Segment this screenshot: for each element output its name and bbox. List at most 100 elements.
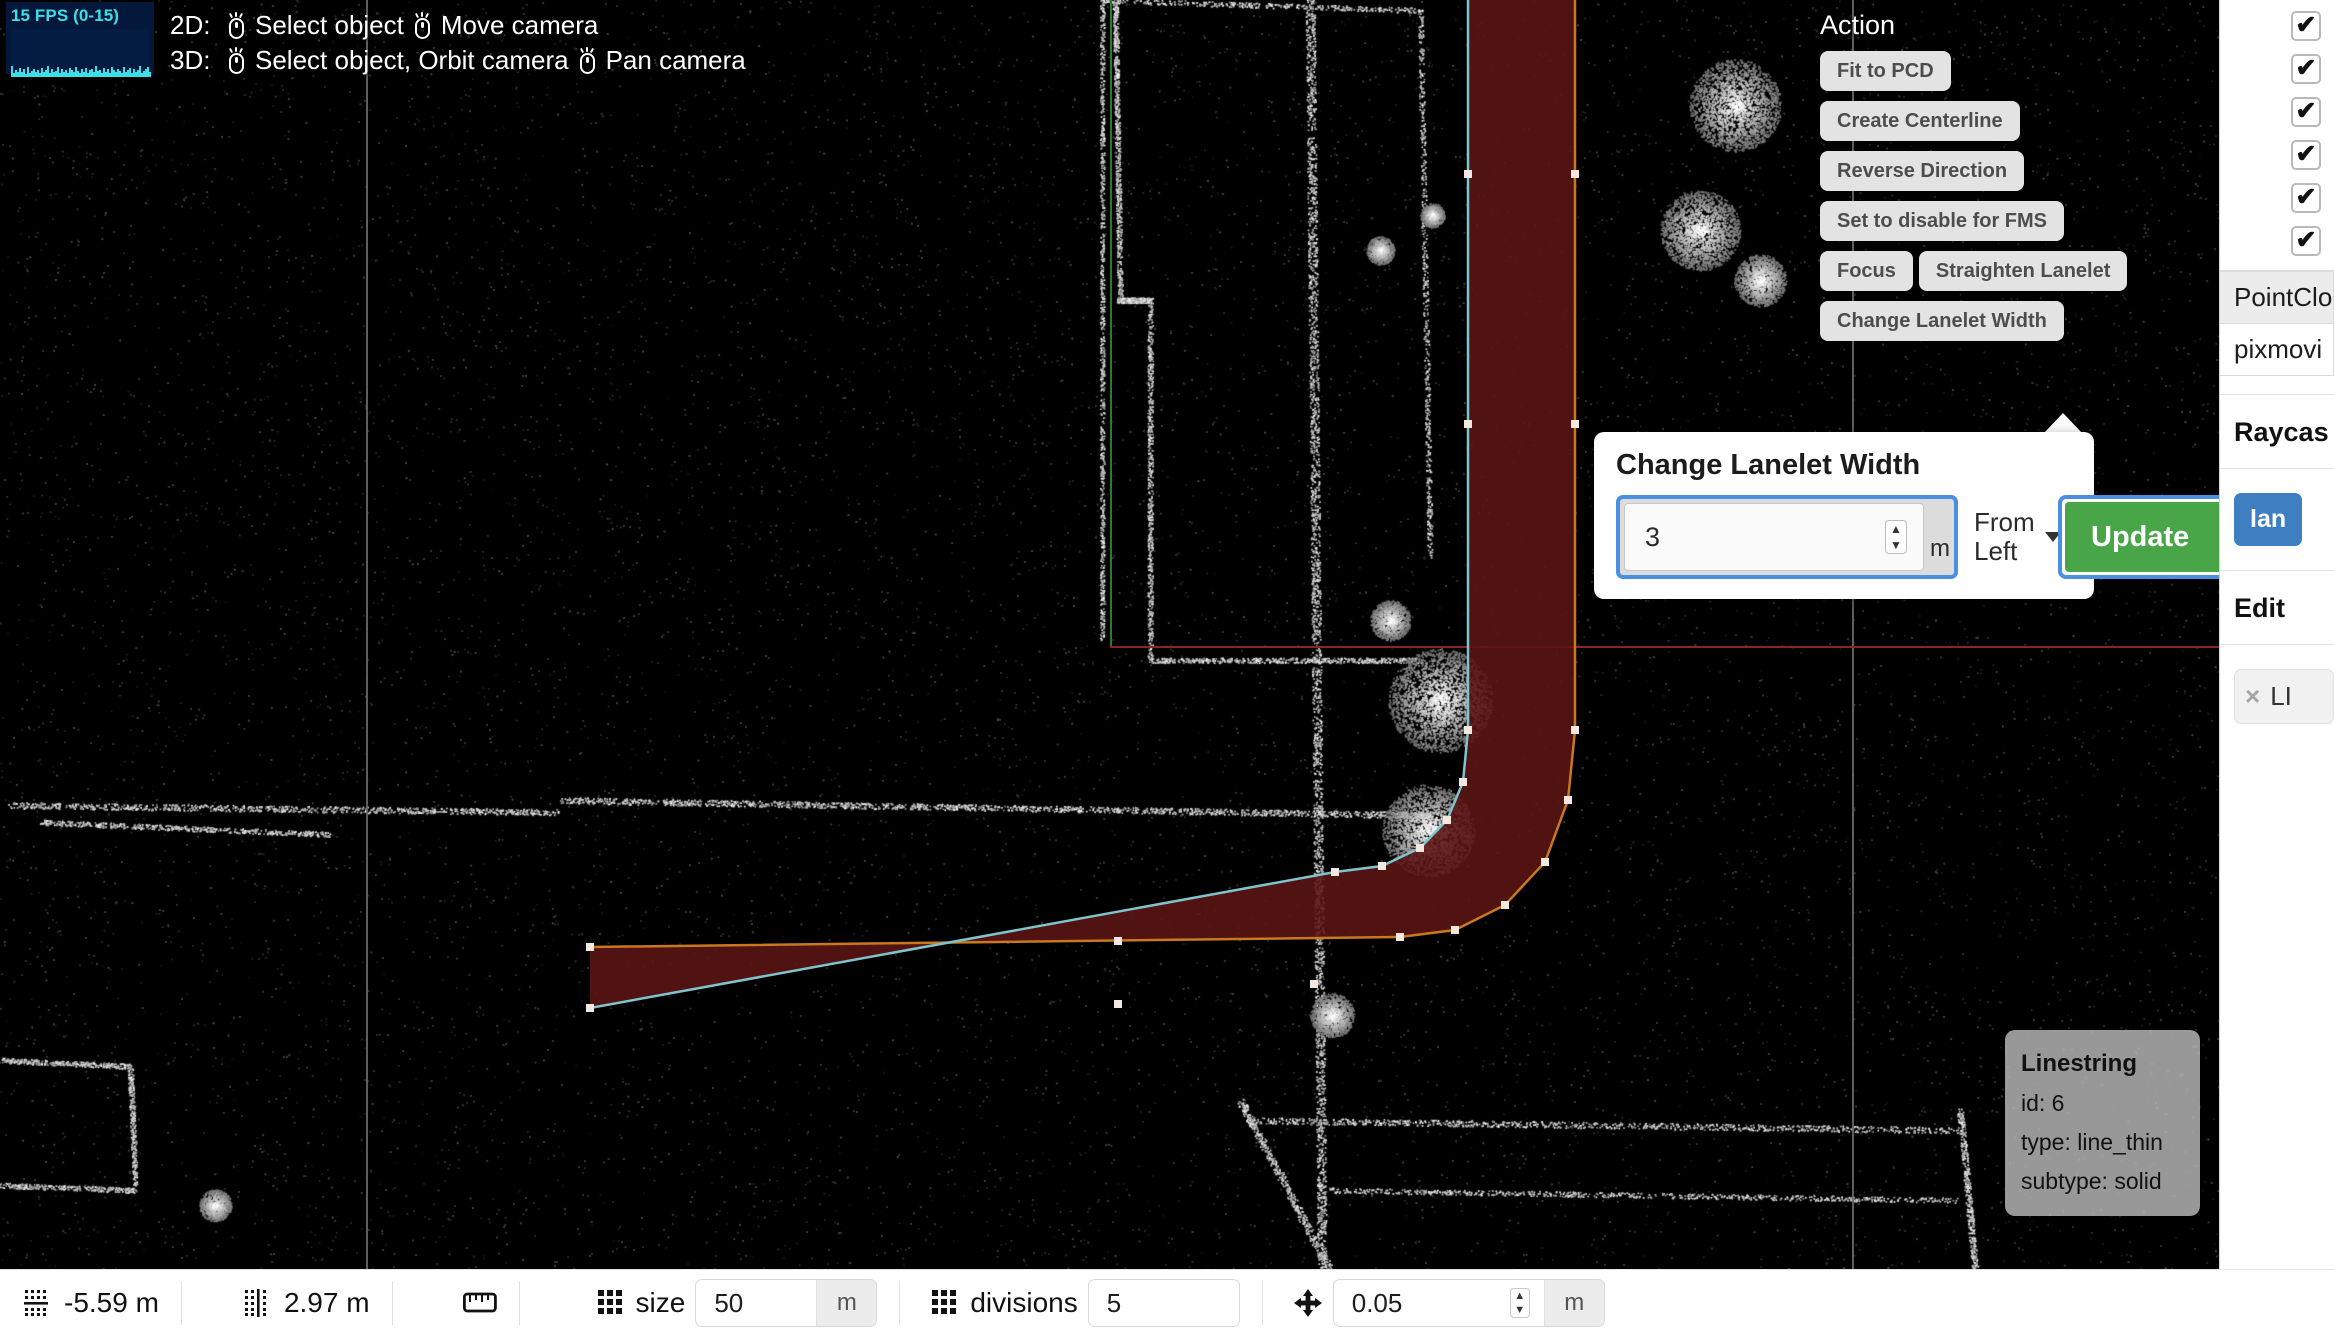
hint-label: Pan camera — [605, 45, 746, 76]
linestring-title: Linestring — [2021, 1050, 2138, 1077]
checkbox-checked[interactable]: ✔ — [2291, 53, 2321, 84]
close-icon[interactable]: × — [2245, 681, 2260, 712]
sidebar-checkbox-row: ✔ — [2220, 133, 2334, 176]
action-panel-title: Action — [1820, 10, 1896, 40]
app-root: 15 FPS (0-15) 2D: Select object Move cam… — [0, 0, 2334, 1336]
action-button-fit-to-pcd[interactable]: Fit to PCD — [1820, 51, 1951, 91]
update-button-label: Update — [2091, 520, 2190, 553]
stepper-up-icon[interactable]: ▲ — [1514, 1291, 1525, 1302]
popover-controls: 3 ▲ ▼ m From Left Update ✓ — [1616, 495, 2277, 579]
width-input-wrapper[interactable]: 3 ▲ ▼ m — [1616, 495, 1958, 579]
grid-icon — [597, 1290, 622, 1314]
mouse-icon — [227, 11, 246, 39]
hint-label: Select object, Orbit camera — [255, 45, 569, 76]
control-hint-row-2d: 2D: Select object Move camera — [170, 8, 746, 43]
checkbox-checked[interactable]: ✔ — [2291, 139, 2321, 170]
sidebar-checkbox-row: ✔ — [2220, 176, 2334, 219]
fps-widget[interactable]: 15 FPS (0-15) — [6, 2, 154, 77]
grid-size-field[interactable]: 50 m — [695, 1279, 878, 1327]
mouse-icon — [413, 11, 432, 39]
action-button-straighten-lanelet[interactable]: Straighten Lanelet — [1918, 251, 2128, 291]
action-button-reverse-direction[interactable]: Reverse Direction — [1820, 151, 2025, 191]
popover-arrow — [2043, 413, 2083, 434]
sidebar-checkbox-row: ✔ — [2220, 4, 2334, 47]
action-button-focus[interactable]: Focus — [1820, 251, 1913, 291]
divisions-item: divisions 5 — [900, 1270, 1261, 1336]
stepper-down-icon[interactable]: ▼ — [1890, 539, 1902, 551]
checkbox-checked[interactable]: ✔ — [2291, 182, 2321, 213]
control-hints: 2D: Select object Move camera 3D: Select… — [170, 8, 746, 79]
sidebar-checkbox-row: ✔ — [2220, 90, 2334, 133]
offset-y-value: 2.97 m — [283, 1287, 370, 1318]
checkbox-checked[interactable]: ✔ — [2291, 96, 2321, 127]
status-bar: -5.59 m 2.97 m size 50 m divisions 5 0.0… — [0, 1269, 2334, 1336]
action-button-row: Create Centerline — [1820, 101, 2120, 141]
divisions-field[interactable]: 5 — [1087, 1279, 1240, 1327]
width-unit-label: m — [1930, 535, 1950, 562]
pointcloud-viewport[interactable]: 15 FPS (0-15) 2D: Select object Move cam… — [0, 0, 2219, 1269]
stepper-up-icon[interactable]: ▲ — [1890, 523, 1902, 535]
hint-prefix: 2D: — [170, 10, 211, 40]
hint-label: Select object — [255, 10, 404, 40]
move-arrows-icon — [1293, 1289, 1322, 1317]
vertical-offset-icon — [244, 1289, 266, 1317]
checkbox-checked[interactable]: ✔ — [2291, 10, 2321, 41]
divisions-value[interactable]: 5 — [1089, 1280, 1239, 1326]
sidebar-table-header: PointClo — [2220, 271, 2334, 324]
linestring-id: id: 6 — [2021, 1090, 2065, 1117]
step-stepper[interactable]: ▲ ▼ — [1509, 1288, 1530, 1318]
step-item: 0.05 ▲ ▼ m — [1263, 1270, 1627, 1336]
step-value-text: 0.05 — [1351, 1287, 1403, 1318]
fps-label: 15 FPS (0-15) — [11, 6, 120, 25]
stepper-down-icon[interactable]: ▼ — [1514, 1305, 1525, 1316]
sidebar-checkbox-row: ✔ — [2220, 219, 2334, 262]
linestring-tooltip: Linestring id: 6 type: line_thin subtype… — [2005, 1030, 2200, 1217]
action-panel: Action Fit to PCD Create Centerline Revers… — [1820, 10, 2128, 351]
ruler-icon — [462, 1292, 497, 1313]
popover-title: Change Lanelet Width — [1616, 449, 1921, 481]
width-input-value: 3 — [1645, 521, 1661, 552]
right-sidebar: ✔ ✔ ✔ ✔ ✔ ✔ PointClo pixmovi Raycas lan Edit … — [2219, 0, 2334, 1269]
action-button-list: Fit to PCD Create Centerline Reverse Direc… — [1820, 51, 2128, 341]
step-value[interactable]: 0.05 ▲ ▼ — [1334, 1280, 1544, 1326]
divisions-label: divisions — [970, 1287, 1078, 1318]
checkbox-checked[interactable]: ✔ — [2291, 225, 2321, 256]
sidebar-edit-body: × LI — [2220, 645, 2334, 748]
sidebar-checkbox-list: ✔ ✔ ✔ ✔ ✔ ✔ — [2220, 0, 2334, 270]
sidebar-edit-tag[interactable]: × LI — [2234, 669, 2334, 724]
change-lanelet-width-popover: Change Lanelet Width 3 ▲ ▼ m From Left U… — [1594, 432, 2277, 599]
offset-x-item: -5.59 m — [0, 1270, 181, 1336]
grid-icon — [932, 1290, 957, 1314]
sidebar-table-value: pixmovi — [2220, 324, 2334, 376]
action-button-row: Fit to PCD — [1820, 51, 2120, 91]
mouse-icon — [227, 47, 246, 75]
action-button-set-to-disable-for-fms[interactable]: Set to disable for FMS — [1820, 201, 2065, 241]
width-input[interactable]: 3 ▲ ▼ — [1624, 503, 1924, 571]
step-unit: m — [1543, 1280, 1604, 1326]
sidebar-section-raycast: Raycas — [2220, 394, 2334, 469]
sidebar-raycast-body: lan — [2220, 469, 2334, 570]
offset-x-value: -5.59 m — [64, 1287, 159, 1318]
width-side-select-label: From Left — [1974, 506, 2035, 566]
grid-size-item: size 50 m — [520, 1270, 900, 1336]
action-button-row: Reverse Direction — [1820, 151, 2120, 191]
linestring-subtype: subtype: solid — [2021, 1167, 2162, 1194]
offset-y-item: 2.97 m — [182, 1270, 392, 1336]
action-button-row: Focus Straighten Lanelet — [1820, 251, 2128, 291]
ruler-item[interactable] — [393, 1270, 519, 1336]
horizontal-offset-icon — [24, 1290, 48, 1316]
action-button-create-centerline[interactable]: Create Centerline — [1820, 101, 2020, 141]
hint-prefix: 3D: — [170, 45, 211, 76]
grid-size-value[interactable]: 50 — [696, 1280, 816, 1326]
linestring-type: type: line_thin — [2021, 1128, 2163, 1155]
step-field[interactable]: 0.05 ▲ ▼ m — [1332, 1279, 1605, 1327]
action-button-change-lanelet-width[interactable]: Change Lanelet Width — [1820, 301, 2064, 341]
grid-size-label: size — [635, 1287, 686, 1318]
width-side-select[interactable]: From Left — [1958, 495, 2061, 579]
action-button-row: Change Lanelet Width — [1820, 301, 2120, 341]
sidebar-checkbox-row: ✔ — [2220, 47, 2334, 90]
sidebar-lanelet-button[interactable]: lan — [2234, 493, 2303, 546]
width-stepper[interactable]: ▲ ▼ — [1885, 520, 1907, 554]
grid-size-unit: m — [816, 1280, 877, 1326]
